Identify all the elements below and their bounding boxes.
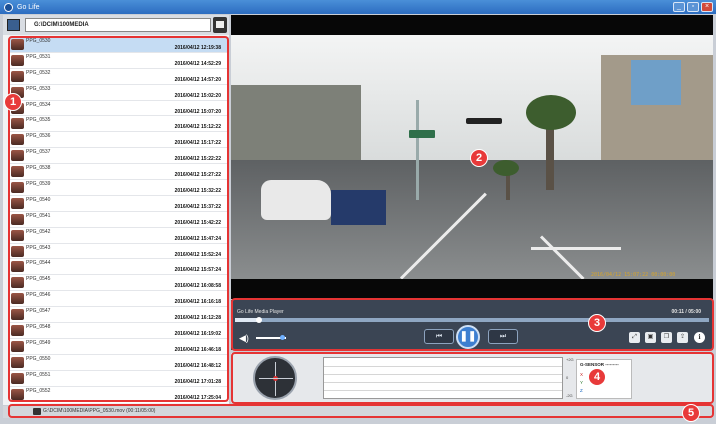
title-bar: Go Life _ ▫ × <box>0 0 716 14</box>
video-blue-truck <box>331 190 386 225</box>
callout-frame-status <box>8 404 714 418</box>
video-letterbox-top <box>231 15 713 35</box>
video-traffic-light <box>466 118 502 124</box>
video-white-car <box>261 180 331 220</box>
video-palm-foliage <box>526 95 576 130</box>
directory-path-field[interactable]: G:\DCIM\100MEDIA <box>25 18 211 32</box>
drive-icon <box>7 19 20 31</box>
video-billboard <box>631 60 681 105</box>
window-title: Go Life <box>17 3 40 11</box>
app-window: Go Life _ ▫ × G:\DCIM\100MEDIA PPG_0530 2… <box>0 0 716 424</box>
video-road <box>231 160 713 280</box>
open-folder-button[interactable] <box>213 17 227 33</box>
callout-marker-2: 2 <box>470 149 488 167</box>
callout-marker-5: 5 <box>682 404 700 422</box>
video-timestamp: 2016/04/12 15:07:22 00:00:00 <box>591 272 676 278</box>
callout-marker-1: 1 <box>4 93 22 111</box>
callout-marker-4: 4 <box>588 368 606 386</box>
video-palm-foliage <box>493 160 519 176</box>
minimize-button[interactable]: _ <box>673 2 685 12</box>
callout-frame-sensor <box>231 352 714 404</box>
video-signal-pole <box>416 100 419 200</box>
video-street-sign <box>409 130 435 138</box>
callout-frame-file-list <box>8 36 229 402</box>
window-controls: _ ▫ × <box>673 2 713 12</box>
callout-marker-3: 3 <box>588 314 606 332</box>
app-logo-icon <box>4 2 13 12</box>
close-button[interactable]: × <box>701 2 713 12</box>
callout-frame-controls <box>231 298 714 351</box>
directory-bar: G:\DCIM\100MEDIA <box>3 15 229 35</box>
maximize-button[interactable]: ▫ <box>687 2 699 12</box>
video-crosswalk-line <box>531 247 621 250</box>
video-letterbox-bottom <box>231 279 713 299</box>
